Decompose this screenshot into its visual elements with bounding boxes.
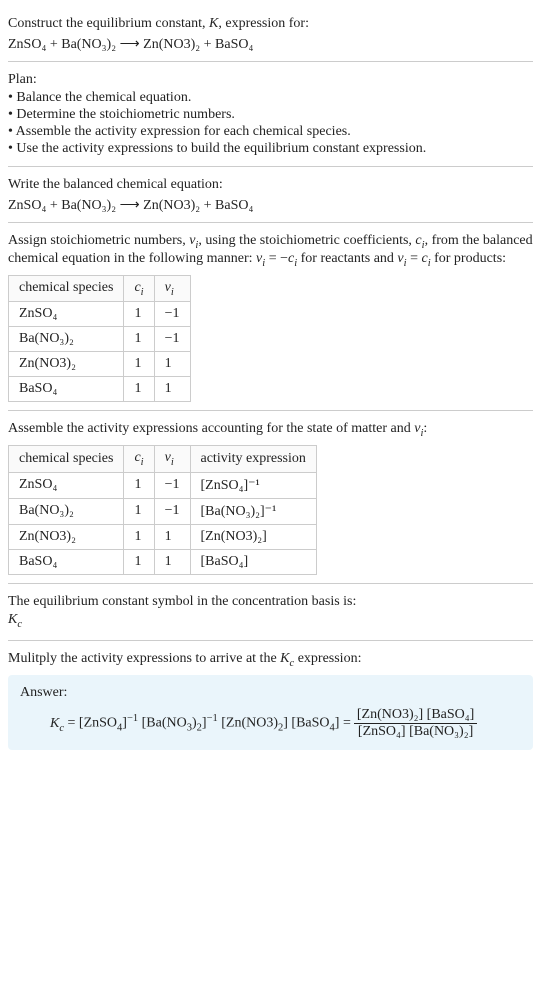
activity-heading: Assemble the activity expressions accoun… (8, 421, 533, 439)
stoich-heading: Assign stoichiometric numbers, νi, using… (8, 233, 533, 269)
table-row: Zn(NO3)₂ 1 1 [Zn(NO3)₂] (9, 524, 317, 549)
answer-box: Answer: Kc = [ZnSO4]−1 [Ba(NO3)2]−1 [Zn(… (8, 675, 533, 750)
stoich-table: chemical species ci νi ZnSO₄ 1 −1 Ba(NO₃… (8, 275, 191, 403)
col-species: chemical species (9, 275, 124, 302)
table-header-row: chemical species ci νi (9, 275, 191, 302)
kc-denominator: [ZnSO₄] [Ba(NO₃)₂] (354, 723, 477, 740)
page: Construct the equilibrium constant, K, e… (0, 0, 541, 764)
cell-vi: −1 (154, 498, 190, 524)
col-vi: νi (154, 446, 190, 473)
cell-ci: 1 (124, 524, 154, 549)
table-row: ZnSO₄ 1 −1 (9, 302, 191, 327)
plan-item: • Assemble the activity expression for e… (8, 124, 533, 140)
cell-activity: [Ba(NO₃)₂]⁻¹ (190, 498, 316, 524)
plan-section: Plan: • Balance the chemical equation. •… (8, 62, 533, 167)
balanced-equation: ZnSO₄ + Ba(NO₃)₂ ⟶ Zn(NO3)₂ + BaSO₄ (8, 197, 533, 214)
kc-numerator: [Zn(NO3)₂] [BaSO₄] (353, 707, 478, 723)
symbol-section: The equilibrium constant symbol in the c… (8, 584, 533, 641)
cell-species: BaSO₄ (9, 377, 124, 402)
cell-species: ZnSO₄ (9, 472, 124, 498)
cell-ci: 1 (124, 302, 154, 327)
cell-vi: 1 (154, 549, 190, 574)
col-activity: activity expression (190, 446, 316, 473)
table-row: BaSO₄ 1 1 (9, 377, 191, 402)
multiply-heading: Mulitply the activity expressions to arr… (8, 651, 533, 669)
cell-species: Zn(NO3)₂ (9, 524, 124, 549)
table-row: ZnSO₄ 1 −1 [ZnSO₄]⁻¹ (9, 472, 317, 498)
balanced-section: Write the balanced chemical equation: Zn… (8, 167, 533, 223)
cell-species: Ba(NO₃)₂ (9, 498, 124, 524)
cell-species: ZnSO₄ (9, 302, 124, 327)
table-row: Ba(NO₃)₂ 1 −1 [Ba(NO₃)₂]⁻¹ (9, 498, 317, 524)
plan-list: • Balance the chemical equation. • Deter… (8, 90, 533, 157)
multiply-section: Mulitply the activity expressions to arr… (8, 641, 533, 758)
table-row: BaSO₄ 1 1 [BaSO₄] (9, 549, 317, 574)
cell-ci: 1 (124, 377, 154, 402)
cell-ci: 1 (124, 549, 154, 574)
cell-ci: 1 (124, 327, 154, 352)
col-vi: νi (154, 275, 190, 302)
balanced-heading: Write the balanced chemical equation: (8, 177, 533, 193)
cell-activity: [ZnSO₄]⁻¹ (190, 472, 316, 498)
plan-item: • Balance the chemical equation. (8, 90, 533, 106)
plan-heading: Plan: (8, 72, 533, 88)
cell-ci: 1 (124, 472, 154, 498)
symbol-heading: The equilibrium constant symbol in the c… (8, 594, 533, 610)
cell-species: Zn(NO3)₂ (9, 352, 124, 377)
table-row: Zn(NO3)₂ 1 1 (9, 352, 191, 377)
cell-activity: [Zn(NO3)₂] (190, 524, 316, 549)
plan-item: • Use the activity expressions to build … (8, 141, 533, 157)
col-species: chemical species (9, 446, 124, 473)
cell-species: BaSO₄ (9, 549, 124, 574)
answer-label: Answer: (20, 685, 521, 701)
symbol-value: Kc (8, 612, 533, 630)
cell-vi: 1 (154, 377, 190, 402)
activity-section: Assemble the activity expressions accoun… (8, 411, 533, 584)
activity-table: chemical species ci νi activity expressi… (8, 445, 317, 575)
prompt-line1: Construct the equilibrium constant, K, e… (8, 16, 533, 32)
cell-vi: 1 (154, 352, 190, 377)
cell-ci: 1 (124, 352, 154, 377)
cell-vi: 1 (154, 524, 190, 549)
kc-fraction: [Zn(NO3)₂] [BaSO₄] [ZnSO₄] [Ba(NO₃)₂] (353, 707, 478, 740)
cell-species: Ba(NO₃)₂ (9, 327, 124, 352)
cell-activity: [BaSO₄] (190, 549, 316, 574)
cell-vi: −1 (154, 327, 190, 352)
prompt-equation: ZnSO₄ + Ba(NO₃)₂ ⟶ Zn(NO3)₂ + BaSO₄ (8, 36, 533, 53)
stoich-section: Assign stoichiometric numbers, νi, using… (8, 223, 533, 411)
plan-item: • Determine the stoichiometric numbers. (8, 107, 533, 123)
cell-vi: −1 (154, 472, 190, 498)
kc-expression: Kc = [ZnSO4]−1 [Ba(NO3)2]−1 [Zn(NO3)2] [… (20, 707, 521, 740)
table-header-row: chemical species ci νi activity expressi… (9, 446, 317, 473)
cell-vi: −1 (154, 302, 190, 327)
cell-ci: 1 (124, 498, 154, 524)
col-ci: ci (124, 446, 154, 473)
prompt-section: Construct the equilibrium constant, K, e… (8, 6, 533, 62)
table-row: Ba(NO₃)₂ 1 −1 (9, 327, 191, 352)
kc-lhs: Kc = [ZnSO4]−1 [Ba(NO3)2]−1 [Zn(NO3)2] [… (50, 713, 351, 733)
col-ci: ci (124, 275, 154, 302)
